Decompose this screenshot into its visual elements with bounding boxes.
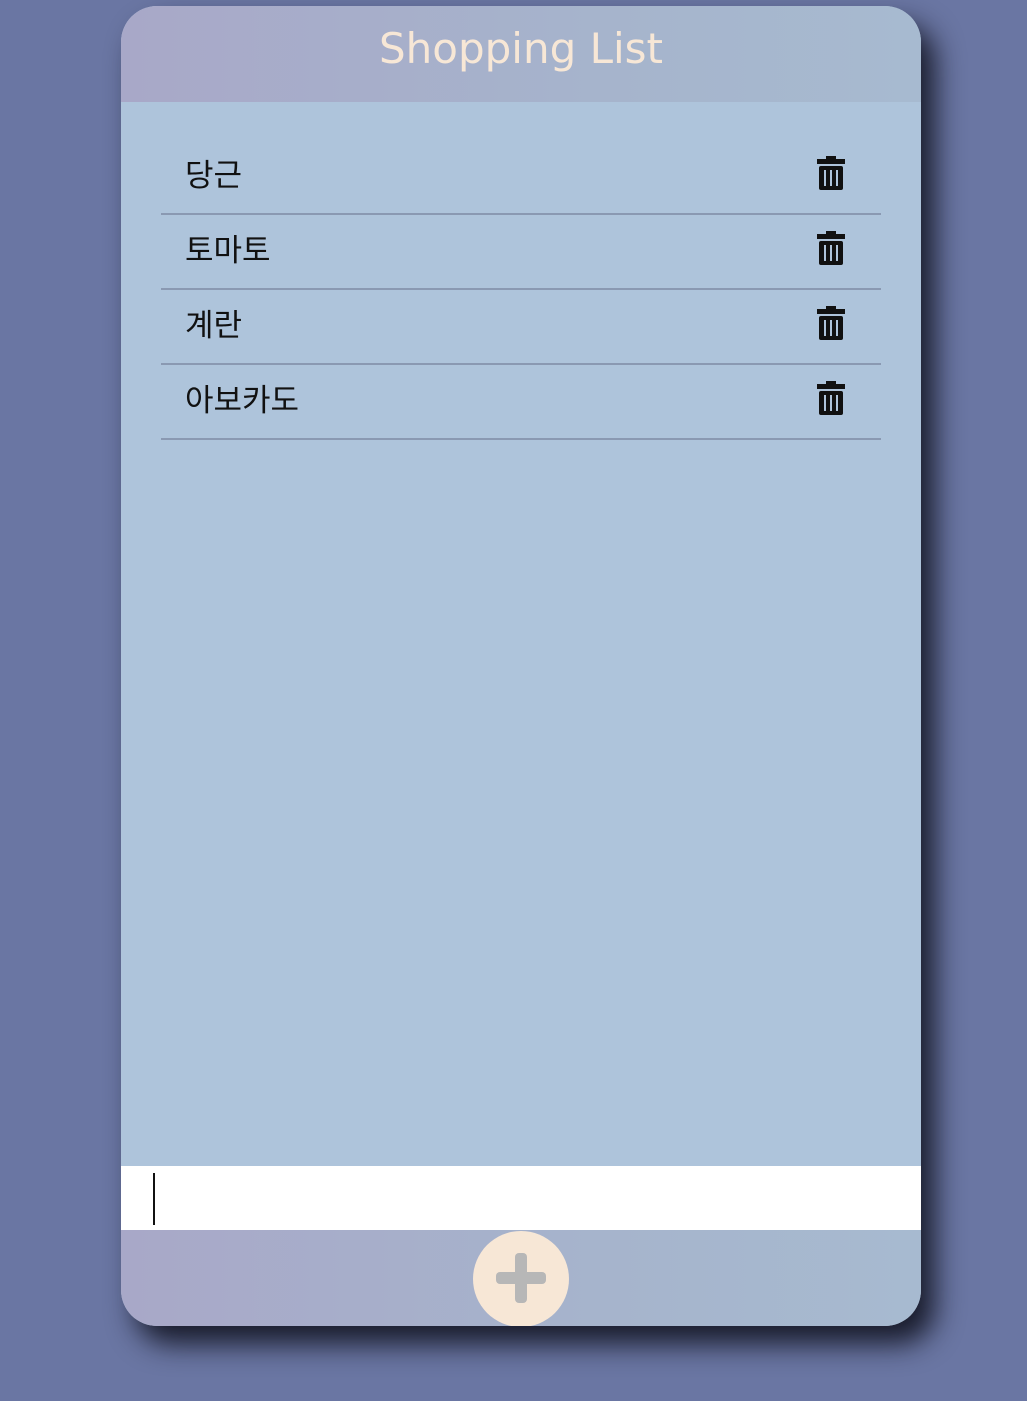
delete-button[interactable] — [817, 381, 845, 415]
header: Shopping List — [121, 6, 921, 102]
add-item-button[interactable] — [473, 1231, 569, 1326]
delete-button[interactable] — [817, 306, 845, 340]
plus-icon — [515, 1253, 527, 1303]
shopping-list-app: Shopping List 당근 토마토 계란 아보카도 — [121, 6, 921, 1326]
list-item: 당근 — [161, 140, 881, 215]
new-item-input[interactable] — [151, 1170, 895, 1228]
list-item-label: 당근 — [185, 158, 243, 194]
list-item-label: 계란 — [185, 308, 243, 344]
list-item: 토마토 — [161, 215, 881, 290]
trash-icon — [817, 231, 845, 265]
trash-icon — [817, 156, 845, 190]
list-item-label: 아보카도 — [185, 383, 300, 419]
shopping-list: 당근 토마토 계란 아보카도 — [161, 140, 881, 440]
list-item: 아보카도 — [161, 365, 881, 440]
delete-button[interactable] — [817, 231, 845, 265]
page-title: Shopping List — [378, 23, 663, 73]
item-input-bar — [121, 1166, 921, 1230]
trash-icon — [817, 381, 845, 415]
list-item-label: 토마토 — [185, 233, 271, 269]
trash-icon — [817, 306, 845, 340]
delete-button[interactable] — [817, 156, 845, 190]
text-cursor — [153, 1173, 155, 1225]
list-item: 계란 — [161, 290, 881, 365]
